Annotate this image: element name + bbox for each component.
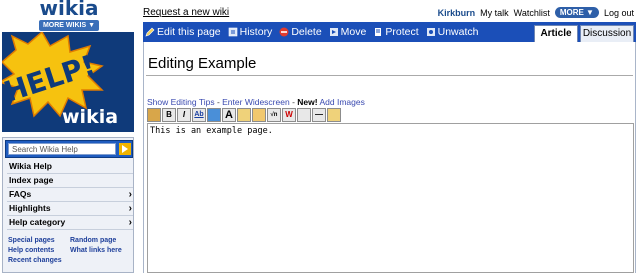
move-icon	[329, 28, 338, 36]
more-menu-button[interactable]: MORE ▼	[554, 7, 599, 18]
sidebar-nav: Wikia Help Index page FAQs › Highlights › …	[7, 160, 133, 230]
search-arrow-icon[interactable]	[119, 143, 131, 155]
sidebar-item-index-page[interactable]: Index page	[7, 174, 133, 188]
italic-icon[interactable]: I	[177, 108, 191, 122]
edit-toolbar: B I Ab A √n W —	[147, 108, 342, 122]
edit-textarea[interactable]: This is an example page.	[147, 123, 634, 273]
edit-label: Edit this page	[157, 26, 221, 38]
wikia-wordmark[interactable]: wikia	[36, 0, 102, 20]
sidebar: Search Wikia Help Wikia Help Index page …	[2, 137, 134, 273]
show-editing-tips-link[interactable]: Show Editing Tips	[147, 97, 215, 107]
protect-button[interactable]: Protect	[373, 26, 419, 38]
watchlist-link[interactable]: Watchlist	[514, 8, 550, 18]
sidebar-item-help-category[interactable]: Help category ›	[7, 216, 133, 230]
page-actions: Edit this page History Delete Move Prote…	[145, 22, 478, 42]
sidebar-item-label: Wikia Help	[9, 161, 52, 171]
content-area: Editing Example Show Editing Tips - Ente…	[143, 42, 636, 273]
separator: -	[214, 97, 223, 107]
history-label: History	[239, 26, 273, 38]
sidebar-item-label: Highlights	[9, 203, 51, 213]
sidebar-item-wikia-help[interactable]: Wikia Help	[7, 160, 133, 174]
external-link-icon[interactable]	[207, 108, 221, 122]
template-icon[interactable]	[147, 108, 161, 122]
tab-discussion[interactable]: Discussion	[580, 25, 634, 42]
help-contents-link[interactable]: Help contents	[8, 246, 70, 256]
help-wiki-banner[interactable]: HELP! wikia	[2, 32, 134, 132]
headline-icon[interactable]: A	[222, 108, 236, 122]
title-divider	[146, 75, 633, 76]
add-images-link[interactable]: Add Images	[318, 97, 364, 107]
sidebar-tool-links: Special pages Random page Help contents …	[8, 236, 132, 266]
page-action-bar: Edit this page History Delete Move Prote…	[143, 22, 636, 42]
more-wikis-button[interactable]: MORE WIKIS ▼	[39, 20, 99, 31]
wikia-logo[interactable]: wikia MORE WIKIS ▼	[36, 0, 102, 33]
editor-content: This is an example page.	[150, 126, 273, 136]
protect-label: Protect	[385, 26, 419, 38]
my-talk-link[interactable]: My talk	[480, 8, 509, 18]
recent-changes-link[interactable]: Recent changes	[8, 256, 72, 266]
page-root: wikia MORE WIKIS ▼ Request a new wiki Ki…	[0, 0, 640, 273]
history-button[interactable]: History	[228, 26, 273, 38]
horizontal-line-icon[interactable]: —	[312, 108, 326, 122]
enter-widescreen-link[interactable]: Enter Widescreen	[222, 97, 290, 107]
sidebar-item-label: Index page	[9, 175, 54, 185]
sidebar-item-faqs[interactable]: FAQs ›	[7, 188, 133, 202]
sidebar-item-label: Help category	[9, 217, 66, 227]
random-page-link[interactable]: Random page	[70, 236, 132, 246]
what-links-here-link[interactable]: What links here	[70, 246, 132, 256]
search-box: Search Wikia Help	[5, 140, 133, 158]
nowiki-icon[interactable]: W	[282, 108, 296, 122]
delete-button[interactable]: Delete	[279, 26, 322, 38]
tab-article[interactable]: Article	[534, 25, 578, 42]
media-icon[interactable]	[252, 108, 266, 122]
chevron-right-icon: ›	[128, 217, 132, 228]
link-icon[interactable]: Ab	[192, 108, 206, 122]
unwatch-label: Unwatch	[437, 26, 479, 38]
sidebar-item-label: FAQs	[9, 189, 32, 199]
unwatch-button[interactable]: Unwatch	[426, 26, 479, 38]
signature-icon[interactable]	[297, 108, 311, 122]
banner-wikia-text: wikia	[62, 106, 119, 128]
username-link[interactable]: Kirkburn	[438, 8, 476, 18]
user-menu: Kirkburn My talk Watchlist MORE ▼ Log ou…	[438, 7, 634, 18]
request-new-wiki-link[interactable]: Request a new wiki	[143, 7, 229, 18]
chevron-right-icon: ›	[128, 203, 132, 214]
editing-links: Show Editing Tips - Enter Widescreen - N…	[147, 97, 365, 107]
bold-icon[interactable]: B	[162, 108, 176, 122]
protect-icon	[375, 28, 382, 36]
new-badge: New!	[297, 97, 318, 107]
redirect-icon[interactable]	[327, 108, 341, 122]
unwatch-icon	[426, 28, 435, 36]
search-input[interactable]: Search Wikia Help	[8, 143, 116, 155]
move-label: Move	[340, 26, 367, 38]
special-pages-link[interactable]: Special pages	[8, 236, 70, 246]
pencil-icon	[145, 27, 155, 37]
history-icon	[228, 27, 237, 37]
logout-link[interactable]: Log out	[604, 8, 634, 18]
edit-page-button[interactable]: Edit this page	[145, 26, 221, 38]
chevron-right-icon: ›	[128, 189, 132, 200]
delete-icon	[279, 27, 289, 37]
move-button[interactable]: Move	[329, 26, 367, 38]
sidebar-item-highlights[interactable]: Highlights ›	[7, 202, 133, 216]
image-icon[interactable]	[237, 108, 251, 122]
math-icon[interactable]: √n	[267, 108, 281, 122]
delete-label: Delete	[291, 26, 322, 38]
page-title: Editing Example	[148, 55, 257, 72]
